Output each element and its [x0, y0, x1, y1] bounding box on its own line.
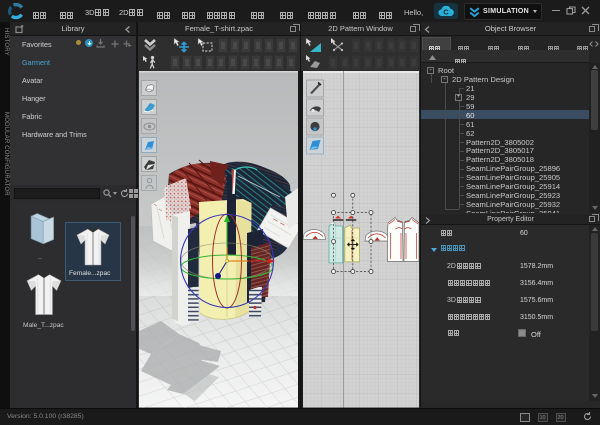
svg-text:C: C [443, 7, 449, 16]
